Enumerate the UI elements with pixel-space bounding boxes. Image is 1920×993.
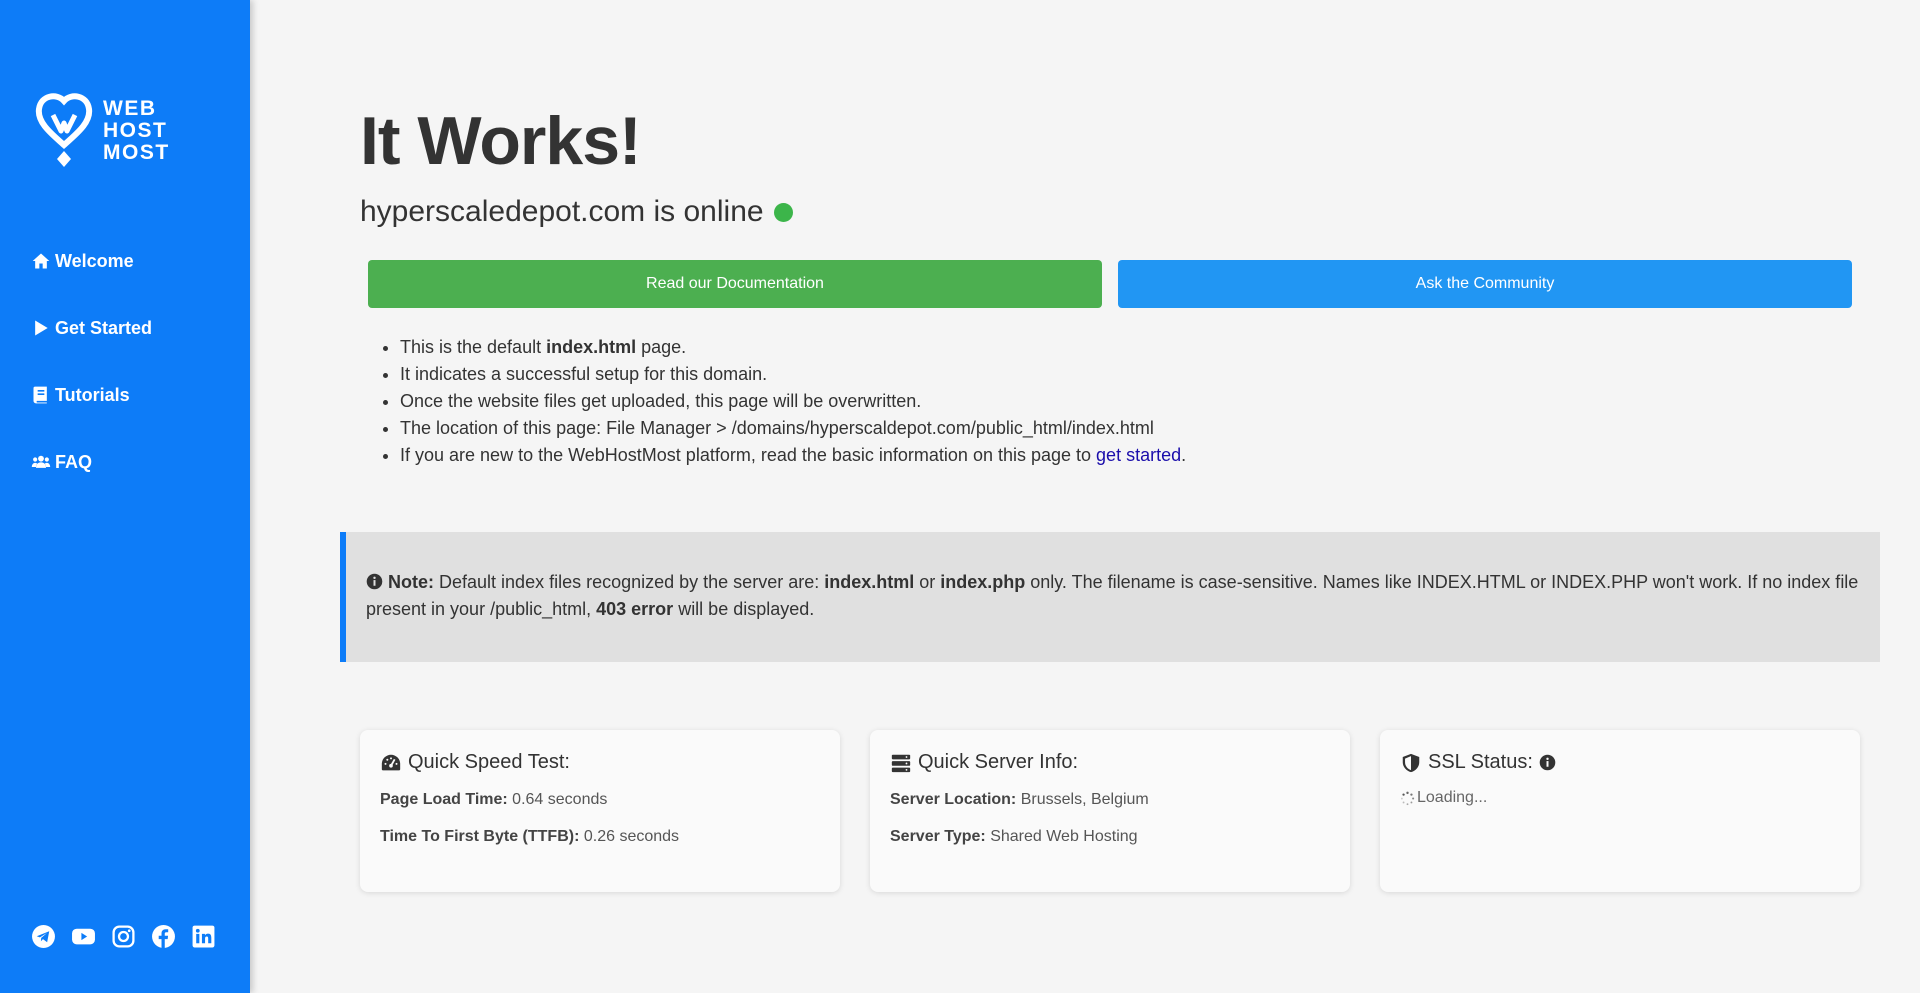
ssl-status-card: SSL Status: Loading... xyxy=(1380,730,1860,892)
list-item: The location of this page: File Manager … xyxy=(400,415,1186,442)
gauge-icon xyxy=(381,754,401,770)
list-item: Once the website files get uploaded, thi… xyxy=(400,388,1186,415)
linkedin-icon[interactable] xyxy=(191,924,216,949)
telegram-icon[interactable] xyxy=(31,924,56,949)
logo-text: WEB HOST MOST xyxy=(103,98,170,164)
row-label: Time To First Byte (TTFB): xyxy=(380,828,580,845)
get-started-link[interactable]: get started xyxy=(1096,445,1181,465)
ask-community-button[interactable]: Ask the Community xyxy=(1118,260,1852,308)
home-icon xyxy=(32,253,50,269)
sidebar-item-get-started[interactable]: Get Started xyxy=(31,314,152,342)
domain-status-text: hyperscaledepot.com is online xyxy=(360,195,764,228)
info-list: This is the default index.html page. It … xyxy=(400,334,1186,469)
brand-logo[interactable]: WEB HOST MOST xyxy=(35,93,170,169)
note-text: Default index files recognized by the se… xyxy=(434,572,825,592)
spinner-icon xyxy=(1400,791,1415,805)
note-bold: index.php xyxy=(940,572,1026,592)
youtube-icon[interactable] xyxy=(71,924,96,949)
note-label: Note: xyxy=(388,572,435,592)
server-location: Server Location: Brussels, Belgium xyxy=(890,791,1330,809)
row-value: 0.26 seconds xyxy=(579,828,680,845)
server-type: Server Type: Shared Web Hosting xyxy=(890,828,1330,846)
info-circle-icon xyxy=(366,573,383,590)
row-label: Server Type: xyxy=(890,828,986,845)
note-bold: 403 error xyxy=(596,599,674,619)
ttfb: Time To First Byte (TTFB): 0.26 seconds xyxy=(380,828,820,846)
server-info-card: Quick Server Info: Server Location: Brus… xyxy=(870,730,1350,892)
read-documentation-button[interactable]: Read our Documentation xyxy=(368,260,1102,308)
book-icon xyxy=(33,386,47,404)
page-load-time: Page Load Time: 0.64 seconds xyxy=(380,791,820,809)
info-text: page. xyxy=(636,337,687,357)
main-content: It Works! hyperscaledepot.com is online … xyxy=(250,0,1920,993)
instagram-icon[interactable] xyxy=(111,924,136,949)
logo-line-host: HOST xyxy=(103,119,168,142)
row-value: Brussels, Belgium xyxy=(1016,791,1149,808)
domain-status: hyperscaledepot.com is online xyxy=(360,195,793,229)
row-label: Server Location: xyxy=(890,791,1017,808)
sidebar-item-label: Welcome xyxy=(55,250,134,271)
card-title: Quick Speed Test: xyxy=(380,751,820,774)
note-text: will be displayed. xyxy=(673,599,815,619)
logo-line-web: WEB xyxy=(103,97,157,120)
sidebar: WEB HOST MOST Welcome Get Started Tutori… xyxy=(0,0,250,993)
sidebar-item-label: Get Started xyxy=(55,317,153,338)
logo-mark-icon xyxy=(35,93,93,167)
sidebar-item-label: FAQ xyxy=(55,451,93,472)
row-label: Page Load Time: xyxy=(380,791,508,808)
info-text: . xyxy=(1181,445,1187,465)
row-value: 0.64 seconds xyxy=(507,791,608,808)
sidebar-item-welcome[interactable]: Welcome xyxy=(31,247,152,275)
note-bold: index.html xyxy=(824,572,915,592)
page-title: It Works! xyxy=(360,103,642,179)
sidebar-item-label: Tutorials xyxy=(55,384,130,405)
play-icon xyxy=(35,320,48,336)
users-icon xyxy=(31,455,51,468)
sidebar-item-faq[interactable]: FAQ xyxy=(31,448,152,476)
logo-line-most: MOST xyxy=(103,141,170,164)
card-title-text: SSL Status: xyxy=(1428,751,1533,773)
note-box: Note: Default index files recognized by … xyxy=(340,532,1880,662)
shield-icon xyxy=(1402,753,1420,772)
social-links xyxy=(31,924,216,949)
list-item: It indicates a successful setup for this… xyxy=(400,361,1186,388)
list-item: If you are new to the WebHostMost platfo… xyxy=(400,442,1186,469)
card-title: Quick Server Info: xyxy=(890,751,1330,774)
info-text: This is the default xyxy=(400,337,547,357)
online-status-dot xyxy=(773,202,793,222)
sidebar-item-tutorials[interactable]: Tutorials xyxy=(31,381,152,409)
ssl-loading: Loading... xyxy=(1400,789,1840,807)
note-text: or xyxy=(914,572,941,592)
info-bold: index.html xyxy=(546,337,637,357)
card-title: SSL Status: xyxy=(1400,751,1840,774)
loading-text: Loading... xyxy=(1417,789,1488,806)
info-circle-icon[interactable] xyxy=(1539,754,1556,771)
row-value: Shared Web Hosting xyxy=(985,828,1138,845)
facebook-icon[interactable] xyxy=(151,924,176,949)
sidebar-nav: Welcome Get Started Tutorials FAQ xyxy=(31,247,152,515)
info-text: If you are new to the WebHostMost platfo… xyxy=(400,445,1097,465)
speed-test-card: Quick Speed Test: Page Load Time: 0.64 s… xyxy=(360,730,840,892)
card-title-text: Quick Server Info: xyxy=(918,751,1079,773)
server-icon xyxy=(891,754,911,772)
card-title-text: Quick Speed Test: xyxy=(408,751,570,773)
list-item: This is the default index.html page. xyxy=(400,334,1186,361)
